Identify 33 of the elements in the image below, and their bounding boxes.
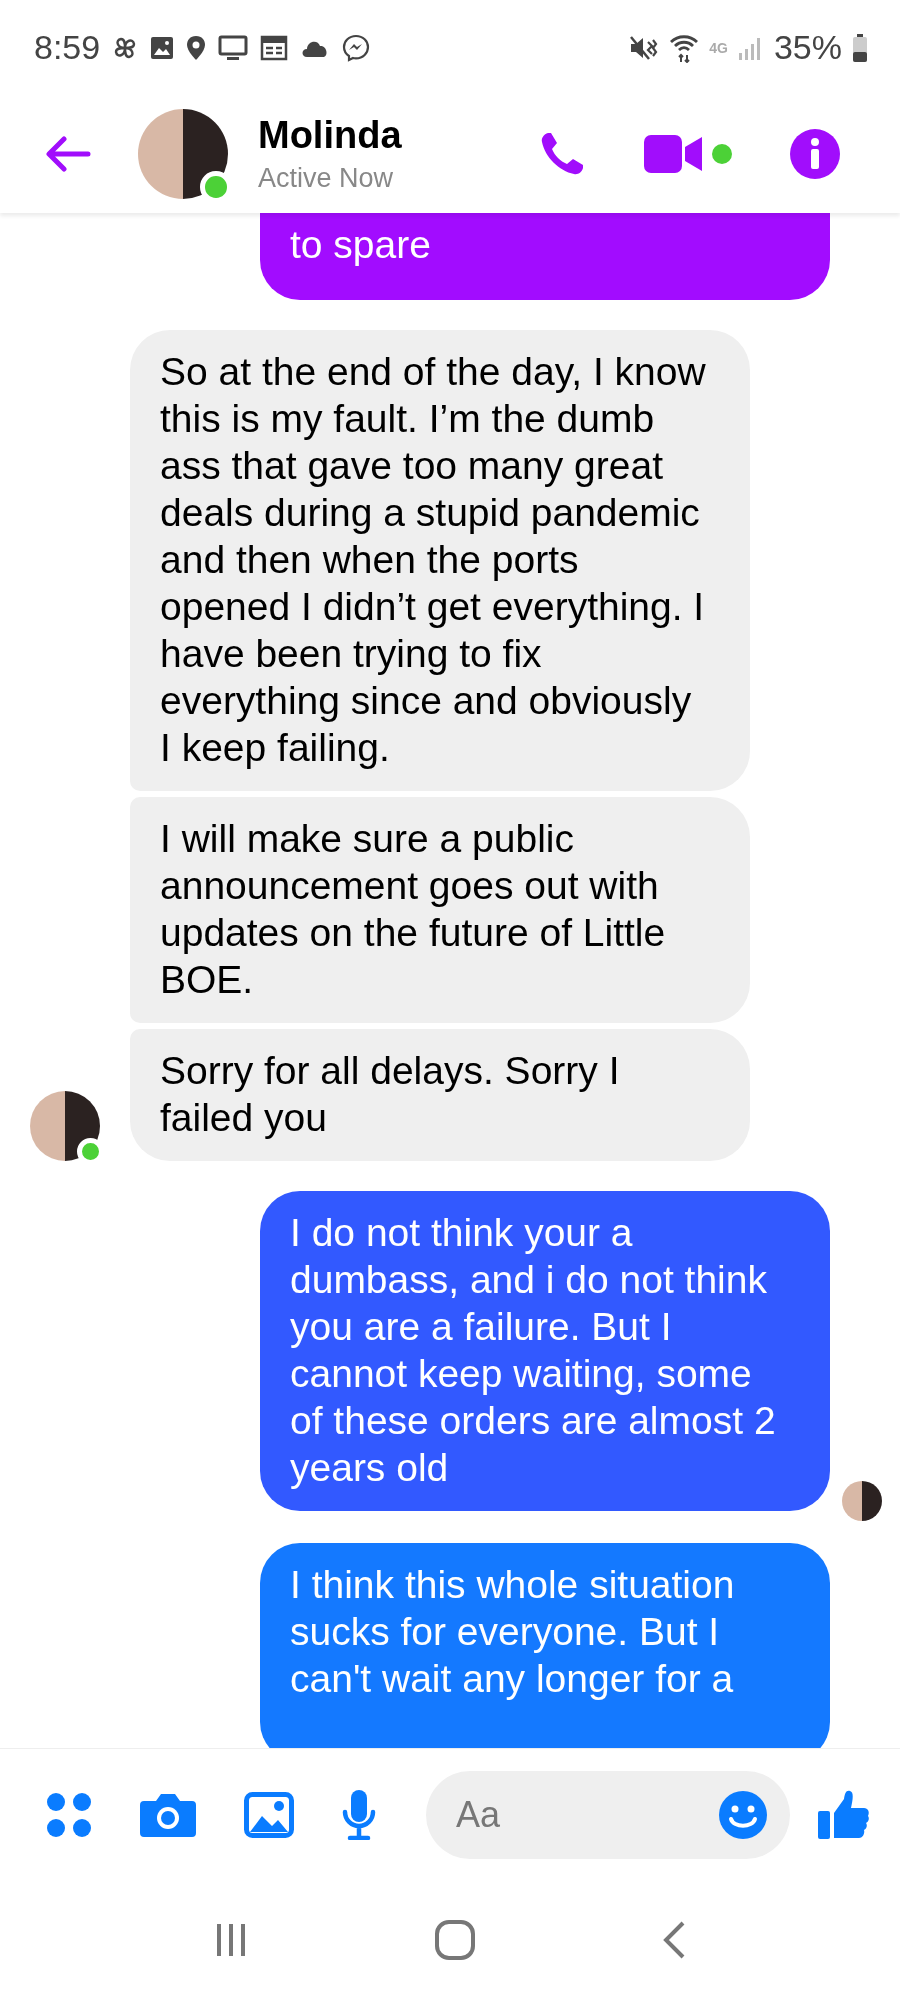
battery-icon [852, 32, 868, 63]
monitor-icon [218, 34, 249, 61]
chat-bubble-icon [342, 33, 371, 62]
wifi-icon [669, 32, 700, 63]
sent-message: I think this whole situation sucks for everyone. But I can't wait any longer for a [260, 1543, 830, 1748]
info-icon[interactable] [790, 129, 840, 179]
network-type-label: 4G [709, 39, 728, 56]
location-pin-icon [186, 34, 207, 61]
home-icon[interactable] [434, 1919, 476, 1961]
received-message: I will make sure a public announcement goes out with updates on the future of Little BOE. [130, 797, 750, 1023]
received-message: Sorry for all delays. Sorry I failed you [130, 1029, 750, 1161]
video-call-button[interactable] [644, 135, 732, 173]
image-icon [150, 35, 175, 60]
emoji-icon[interactable] [718, 1789, 768, 1840]
video-camera-icon [644, 135, 702, 173]
sent-message: I do not think your a dumbass, and i do not think you are a failure. But I cannot keep waiting, some of these orders are almost 2 years old [260, 1191, 830, 1511]
microphone-icon[interactable] [342, 1789, 376, 1840]
message-field[interactable]: Aa [426, 1770, 790, 1859]
received-message: So at the end of the day, I know this is my fault. I’m the dumb ass that gave too many great deals during a stupid pandemic and then when the ports opened I didn’t get everything. I have been trying to fix everything since and obviously I keep failing. [130, 330, 750, 791]
calendar-icon [260, 34, 289, 61]
muted-speaker-icon [629, 34, 660, 61]
active-status: Active Now [258, 163, 395, 194]
back-arrow-icon[interactable] [44, 136, 92, 172]
thumbs-up-icon[interactable] [818, 1788, 870, 1841]
seen-avatar [842, 1481, 882, 1521]
sent-message: to spare [260, 213, 830, 300]
apps-grid-icon[interactable] [46, 1791, 92, 1838]
clock-time: 8:59 [34, 28, 101, 67]
battery-percentage: 35% [773, 28, 842, 67]
call-active-dot [712, 144, 732, 164]
camera-icon[interactable] [140, 1792, 196, 1837]
image-icon[interactable] [244, 1791, 294, 1838]
contact-name: Molinda [258, 114, 402, 157]
